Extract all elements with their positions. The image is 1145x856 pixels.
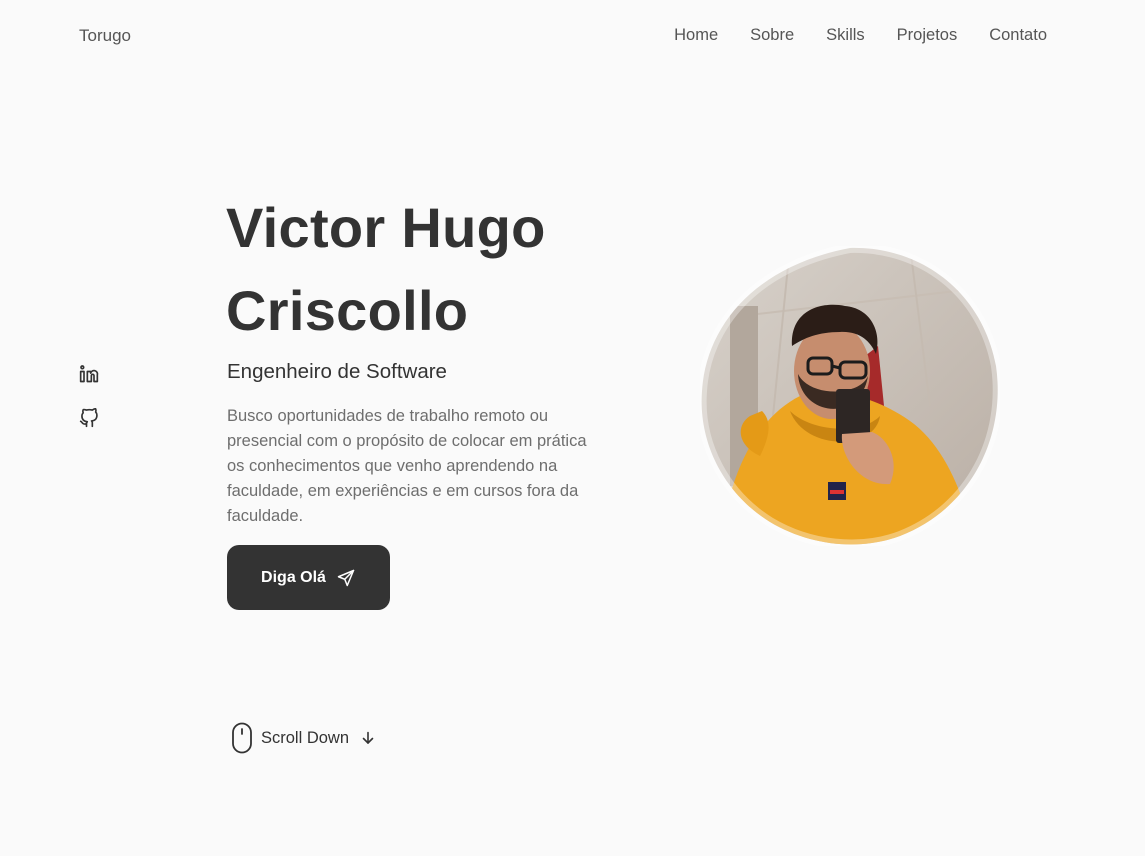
social-links <box>79 364 99 430</box>
say-hello-button[interactable]: Diga Olá <box>227 545 390 610</box>
profile-image <box>700 246 1000 546</box>
profile-blob <box>700 246 1000 546</box>
nav-contato[interactable]: Contato <box>989 26 1047 45</box>
logo-link[interactable]: Torugo <box>79 26 131 46</box>
github-icon[interactable] <box>79 407 99 430</box>
say-hello-label: Diga Olá <box>261 568 326 586</box>
page: Torugo Home Sobre Skills Projetos Contat… <box>0 0 1145 856</box>
main-nav: Home Sobre Skills Projetos Contato <box>674 26 1047 45</box>
hero-subtitle: Engenheiro de Software <box>227 360 447 383</box>
linkedin-icon[interactable] <box>79 364 99 386</box>
arrow-down-icon <box>362 731 374 744</box>
hero-title: Victor Hugo Criscollo <box>226 186 546 352</box>
mouse-icon <box>232 722 252 754</box>
nav-skills[interactable]: Skills <box>826 26 865 45</box>
scroll-down-label: Scroll Down <box>261 728 350 747</box>
nav-home[interactable]: Home <box>674 26 718 45</box>
scroll-down-button[interactable]: Scroll Down <box>231 722 375 754</box>
hero-title-line2: Criscollo <box>226 279 469 342</box>
nav-projetos[interactable]: Projetos <box>897 26 958 45</box>
hero-description: Busco oportunidades de trabalho remoto o… <box>227 407 587 525</box>
hero-title-line1: Victor Hugo <box>226 196 546 259</box>
nav-sobre[interactable]: Sobre <box>750 26 794 45</box>
send-icon <box>337 569 355 586</box>
